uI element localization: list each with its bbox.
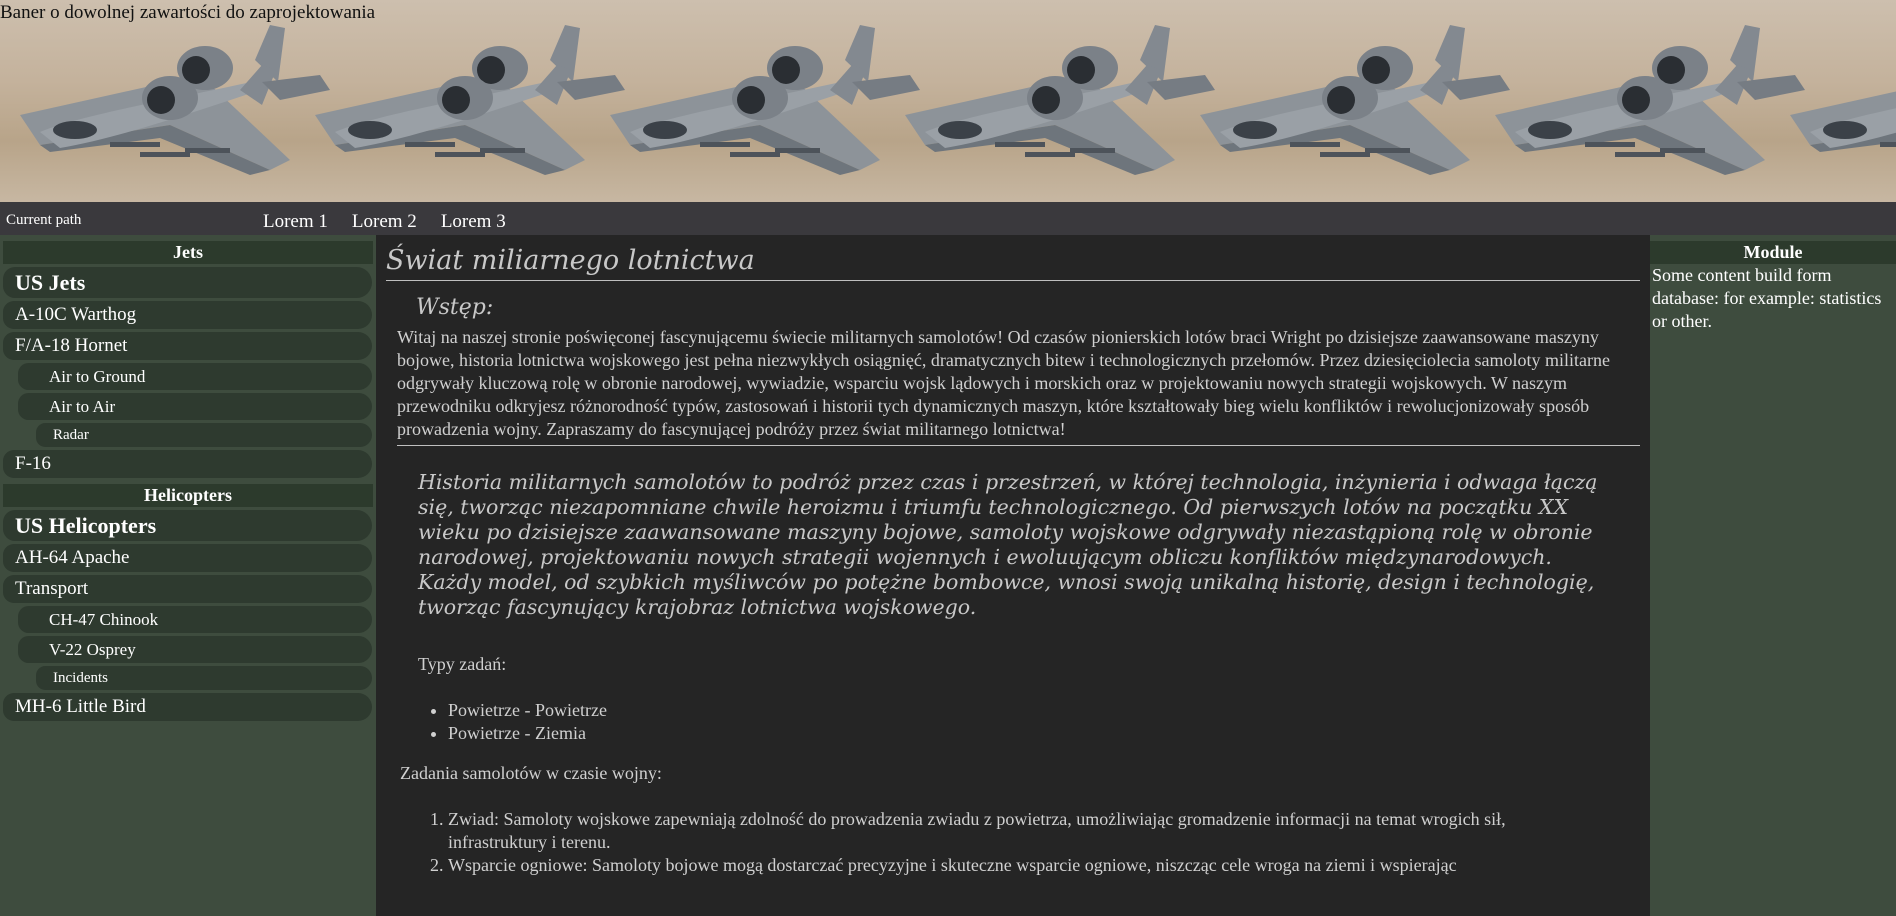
sidebar-item-us-jets[interactable]: US Jets: [3, 267, 372, 298]
page-title: Świat miliarnego lotnictwa: [386, 245, 1640, 281]
types-list: Powietrze - Powietrze Powietrze - Ziemia: [376, 699, 1650, 745]
nav-link-lorem-2[interactable]: Lorem 2: [352, 211, 417, 233]
jet-image: [295, 20, 635, 190]
main-content: Świat miliarnego lotnictwa Wstęp: Witaj …: [376, 235, 1650, 916]
jet-image: [1475, 20, 1815, 190]
sidebar-item-air-to-ground[interactable]: Air to Ground: [18, 363, 372, 390]
module-text: Some content build form database: for ex…: [1652, 265, 1882, 331]
jet-image: [1770, 20, 1896, 190]
jet-image: [1180, 20, 1520, 190]
list-item: Powietrze - Ziemia: [448, 722, 1650, 745]
intro-heading: Wstęp:: [416, 295, 494, 320]
sidebar: Jets US Jets A-10C Warthog F/A-18 Hornet…: [0, 235, 376, 916]
tasks-list: Zwiad: Samoloty wojskowe zapewniają zdol…: [376, 808, 1650, 877]
sidebar-item-transport[interactable]: Transport: [3, 575, 372, 603]
jet-image: [590, 20, 930, 190]
types-label: Typy zadań:: [418, 654, 507, 674]
sidebar-item-a10c-warthog[interactable]: A-10C Warthog: [3, 301, 372, 329]
sidebar-item-f16[interactable]: F-16: [3, 450, 372, 478]
jet-image: [0, 20, 340, 190]
intro-section: Witaj na naszej stronie poświęconej fasc…: [386, 326, 1640, 446]
sidebar-item-ch47-chinook[interactable]: CH-47 Chinook: [18, 606, 372, 633]
banner: Baner o dowolnej zawartości do zaprojekt…: [0, 0, 1896, 202]
history-quote: Historia militarnych samolotów to podróż…: [418, 470, 1598, 619]
nav-links: Lorem 1 Lorem 2 Lorem 3: [263, 211, 530, 233]
sidebar-item-mh6-little-bird[interactable]: MH-6 Little Bird: [3, 693, 372, 721]
list-item: Wsparcie ogniowe: Samoloty bojowe mogą d…: [448, 854, 1600, 877]
list-item: Zwiad: Samoloty wojskowe zapewniają zdol…: [448, 808, 1600, 854]
tasks-label: Zadania samolotów w czasie wojny:: [400, 763, 662, 783]
jet-image: [885, 20, 1225, 190]
sidebar-item-v22-osprey[interactable]: V-22 Osprey: [18, 636, 372, 663]
intro-text: Witaj na naszej stronie poświęconej fasc…: [397, 326, 1640, 446]
nav-link-lorem-1[interactable]: Lorem 1: [263, 211, 328, 233]
sidebar-heading-helicopters: Helicopters: [3, 484, 373, 507]
nav-link-lorem-3[interactable]: Lorem 3: [441, 211, 506, 233]
sidebar-heading-jets: Jets: [3, 241, 373, 264]
top-navbar: Current path Lorem 1 Lorem 2 Lorem 3: [0, 202, 1896, 235]
sidebar-item-ah64-apache[interactable]: AH-64 Apache: [3, 544, 372, 572]
list-item: Powietrze - Powietrze: [448, 699, 1650, 722]
banner-title: Baner o dowolnej zawartości do zaprojekt…: [0, 2, 376, 23]
sidebar-item-air-to-air[interactable]: Air to Air: [18, 393, 372, 420]
breadcrumb: Current path: [6, 212, 82, 228]
sidebar-item-fa18-hornet[interactable]: F/A-18 Hornet: [3, 332, 372, 360]
sidebar-item-us-helicopters[interactable]: US Helicopters: [3, 510, 372, 541]
module-heading: Module: [1650, 241, 1896, 264]
sidebar-item-radar[interactable]: Radar: [36, 423, 372, 447]
sidebar-item-incidents[interactable]: Incidents: [36, 666, 372, 690]
right-module: Module Some content build form database:…: [1650, 235, 1896, 916]
